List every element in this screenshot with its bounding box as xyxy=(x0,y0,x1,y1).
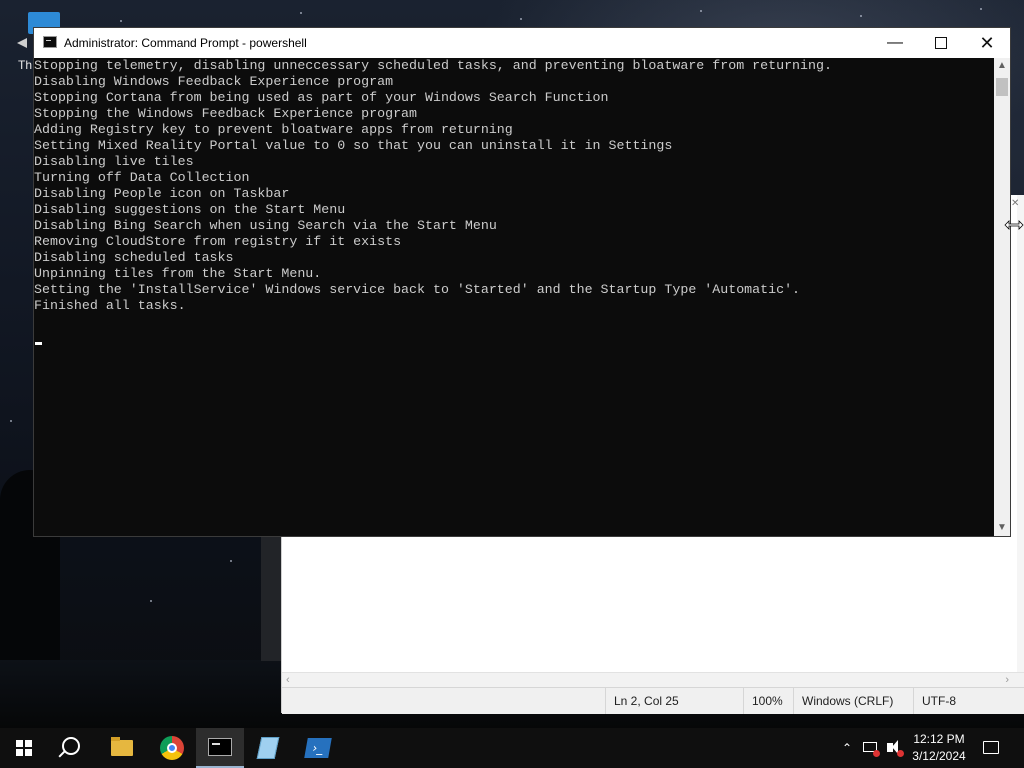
console-line: Disabling Windows Feedback Experience pr… xyxy=(34,74,394,89)
notepad-icon xyxy=(256,737,280,759)
console-icon[interactable] xyxy=(43,36,57,48)
taskbar-search-button[interactable] xyxy=(48,728,96,768)
console-line: Removing CloudStore from registry if it … xyxy=(34,234,402,249)
status-cursor-position: Ln 2, Col 25 xyxy=(605,688,744,714)
resize-cursor-icon xyxy=(1004,220,1024,230)
console-line: Disabling People icon on Taskbar xyxy=(34,186,290,201)
taskbar-clock[interactable]: 12:12 PM 3/12/2024 xyxy=(908,728,970,768)
console-line: Disabling live tiles xyxy=(34,154,194,169)
minimize-button[interactable]: — xyxy=(872,28,918,58)
clock-time: 12:12 PM xyxy=(913,732,965,746)
console-vertical-scrollbar[interactable]: ▲ ▼ xyxy=(994,58,1010,536)
console-output[interactable]: Stopping telemetry, disabling unneccessa… xyxy=(34,58,994,536)
status-encoding: UTF-8 xyxy=(913,688,1022,714)
command-prompt-window[interactable]: Administrator: Command Prompt - powershe… xyxy=(33,27,1011,537)
windows-logo-icon xyxy=(16,740,32,756)
cmd-title-bar[interactable]: Administrator: Command Prompt - powershe… xyxy=(34,28,1010,58)
console-line: Disabling suggestions on the Start Menu xyxy=(34,202,346,217)
maximize-button[interactable] xyxy=(918,28,964,58)
close-button[interactable]: ✕ xyxy=(964,28,1010,58)
command-prompt-icon xyxy=(208,738,232,756)
console-line: Disabling scheduled tasks xyxy=(34,250,234,265)
clock-date: 3/12/2024 xyxy=(912,749,966,763)
scroll-right-icon[interactable]: › xyxy=(1005,674,1009,686)
console-line: Unpinning tiles from the Start Menu. xyxy=(34,266,322,281)
console-line: Turning off Data Collection xyxy=(34,170,250,185)
scrollbar-thumb[interactable] xyxy=(996,78,1008,96)
scroll-left-icon[interactable]: ‹ xyxy=(286,674,290,686)
console-line: Disabling Bing Search when using Search … xyxy=(34,218,497,233)
console-line: Finished all tasks. xyxy=(34,298,186,313)
start-button[interactable] xyxy=(0,728,48,768)
console-line: Setting Mixed Reality Portal value to 0 … xyxy=(34,138,673,153)
scroll-down-icon[interactable]: ▼ xyxy=(994,520,1010,536)
notification-icon xyxy=(983,741,999,754)
notepad-vertical-scrollbar[interactable] xyxy=(1017,195,1024,672)
taskbar-chrome[interactable] xyxy=(148,728,196,768)
powershell-icon: ›_ xyxy=(304,738,332,758)
text-cursor xyxy=(35,342,42,345)
search-icon xyxy=(62,737,80,755)
console-line: Adding Registry key to prevent bloatware… xyxy=(34,122,513,137)
notepad-status-bar: Ln 2, Col 25 100% Windows (CRLF) UTF-8 xyxy=(282,687,1024,714)
notification-center-button[interactable] xyxy=(980,728,1004,768)
console-lines: Stopping telemetry, disabling unneccessa… xyxy=(34,58,832,314)
taskbar: ›_ ⌃ 12:12 PM 3/12/2024 xyxy=(0,728,1024,768)
desktop-arrow-icon xyxy=(17,38,27,48)
volume-icon[interactable] xyxy=(884,728,904,768)
desktop-icon-caption: Th xyxy=(18,58,33,72)
status-line-ending: Windows (CRLF) xyxy=(793,688,912,714)
chrome-icon xyxy=(160,736,184,760)
maximize-icon xyxy=(935,36,947,49)
taskbar-file-explorer[interactable] xyxy=(98,728,146,768)
taskbar-notepad[interactable] xyxy=(245,728,293,768)
network-icon[interactable] xyxy=(861,728,881,768)
scroll-up-icon[interactable]: ▲ xyxy=(994,58,1010,74)
console-line: Stopping the Windows Feedback Experience… xyxy=(34,106,418,121)
status-zoom: 100% xyxy=(743,688,798,714)
background-window-edge xyxy=(261,536,281,661)
window-title: Administrator: Command Prompt - powershe… xyxy=(64,36,307,50)
show-hidden-icons-chevron-icon[interactable]: ⌃ xyxy=(838,728,856,768)
console-line: Setting the 'InstallService' Windows ser… xyxy=(34,282,801,297)
folder-icon xyxy=(111,737,133,756)
background-window-fragment: ✕ xyxy=(1011,198,1020,209)
console-line: Stopping Cortana from being used as part… xyxy=(34,90,609,105)
notepad-horizontal-scrollbar[interactable]: ‹ › xyxy=(282,672,1024,687)
taskbar-powershell[interactable]: ›_ xyxy=(294,728,342,768)
taskbar-command-prompt[interactable] xyxy=(196,728,244,768)
console-line: Stopping telemetry, disabling unneccessa… xyxy=(34,58,832,73)
